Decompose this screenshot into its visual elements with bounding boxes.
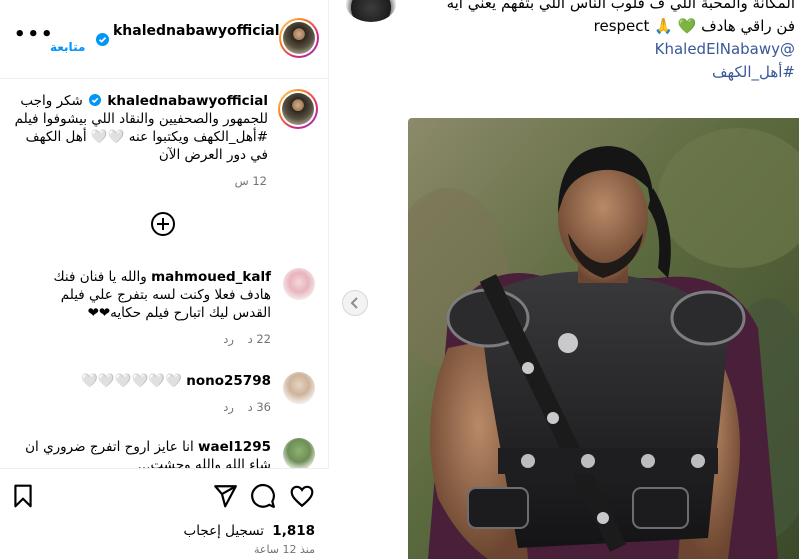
comment-icon[interactable] bbox=[250, 483, 276, 509]
reply-button[interactable]: رد bbox=[223, 332, 234, 346]
comment-body: nono25798 🤍🤍🤍🤍🤍🤍 bbox=[21, 372, 271, 390]
likes-number: 1,818 bbox=[272, 523, 315, 539]
post-photo[interactable] bbox=[408, 118, 799, 559]
comment-meta: 36 د رد bbox=[213, 400, 271, 414]
post-caption: khalednabawyofficial شكر واجب للجمهور وا… bbox=[10, 92, 268, 164]
comment-body: mahmoued_kalf والله يا فنان فنك هادف فعل… bbox=[21, 268, 272, 322]
commenter-avatar[interactable] bbox=[283, 438, 315, 470]
more-options-button[interactable]: ••• bbox=[14, 26, 55, 44]
likes-label: تسجيل إعجاب bbox=[183, 523, 264, 539]
verified-badge-icon bbox=[89, 94, 102, 106]
comment-author[interactable]: nono25798 bbox=[186, 373, 271, 389]
commenter-avatar[interactable] bbox=[283, 268, 315, 300]
post-actions-bar: 1,818 تسجيل إعجاب منذ 12 ساعة bbox=[0, 468, 329, 559]
comment-text: 🤍🤍🤍🤍🤍🤍 bbox=[81, 373, 182, 389]
caption-tail-text: فن راقي هادف bbox=[701, 17, 795, 35]
comment-time: 22 د bbox=[247, 332, 271, 346]
paper-plane-icon[interactable] bbox=[212, 483, 238, 509]
comment-author[interactable]: mahmoued_kalf bbox=[151, 269, 271, 285]
comment-item: mahmoued_kalf والله يا فنان فنك هادف فعل… bbox=[10, 268, 315, 348]
previous-post-button[interactable] bbox=[342, 290, 368, 316]
verified-badge-icon bbox=[96, 33, 109, 46]
post-caption-continued: المكانة والمحبة اللي ف قلوب الناس اللي ب… bbox=[365, 0, 795, 84]
load-more-comments-button[interactable] bbox=[151, 212, 175, 236]
caption-author[interactable]: khalednabawyofficial bbox=[107, 93, 268, 109]
comment-time: 36 د bbox=[247, 400, 271, 414]
comment-meta: 22 د رد bbox=[213, 332, 271, 346]
mention-link[interactable]: @KhaledElNabawy bbox=[365, 38, 795, 61]
comment-author[interactable]: wael1295 bbox=[198, 439, 271, 455]
post-timestamp: منذ 12 ساعة bbox=[253, 543, 315, 556]
likes-count[interactable]: 1,818 تسجيل إعجاب bbox=[184, 523, 315, 539]
caption-tail-line-1: المكانة والمحبة اللي ف قلوب الناس اللي ب… bbox=[446, 0, 795, 12]
author-username[interactable]: khalednabawyofficial bbox=[113, 22, 293, 40]
reply-button[interactable]: رد bbox=[223, 400, 234, 414]
chevron-left-icon bbox=[350, 297, 358, 309]
post-header: khalednabawyofficial متابعة ••• bbox=[0, 0, 329, 79]
caption-tail-respect: respect bbox=[593, 17, 650, 35]
hashtag-link[interactable]: #أهل_الكهف bbox=[365, 61, 795, 84]
photo-illustration bbox=[408, 118, 799, 559]
caption-tail-line-2: فن راقي هادف 💚 🙏 respect bbox=[365, 15, 795, 38]
caption-tail-emojis: 💚 🙏 bbox=[654, 17, 697, 35]
comments-panel: khalednabawyofficial متابعة ••• khaledna… bbox=[0, 0, 329, 559]
heart-icon[interactable] bbox=[289, 483, 315, 509]
bookmark-icon[interactable] bbox=[10, 483, 36, 509]
comment-item: nono25798 🤍🤍🤍🤍🤍🤍 36 د رد bbox=[10, 372, 315, 422]
commenter-avatar[interactable] bbox=[283, 372, 315, 404]
caption-timestamp: 12 س bbox=[234, 174, 267, 188]
follow-button[interactable]: متابعة bbox=[50, 40, 85, 54]
caption-author-avatar[interactable] bbox=[278, 89, 318, 129]
plus-circle-icon bbox=[157, 218, 169, 230]
